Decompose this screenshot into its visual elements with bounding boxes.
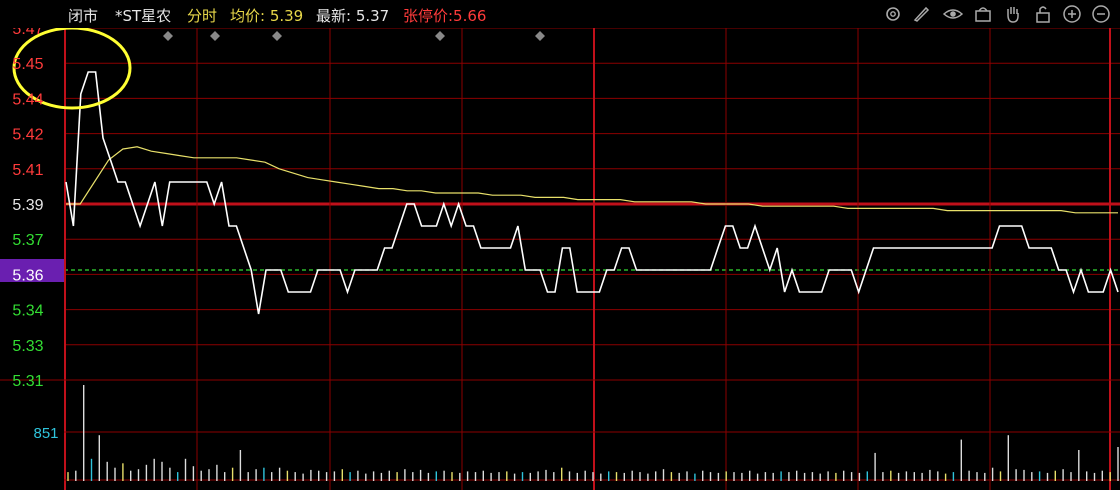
volume-grid — [0, 379, 1120, 481]
basket-icon[interactable] — [973, 4, 993, 24]
price-tick-label: 5.33 — [12, 338, 43, 355]
limit-price: 张停价:5.66 — [403, 7, 487, 25]
event-marker[interactable] — [535, 31, 545, 41]
zoom-out-icon[interactable] — [1091, 4, 1111, 24]
market-status: 闭市 — [68, 7, 99, 25]
intraday-chart[interactable] — [0, 0, 1120, 490]
zoom-in-icon[interactable] — [1062, 4, 1082, 24]
price-tick-label: 5.34 — [12, 303, 43, 320]
price-line — [65, 71, 1119, 315]
hand-icon[interactable] — [1003, 4, 1023, 24]
event-marker[interactable] — [210, 31, 220, 41]
event-marker[interactable] — [435, 31, 445, 41]
event-marker[interactable] — [272, 31, 282, 41]
latest-price: 最新: 5.37 — [316, 7, 390, 25]
price-tick-label: 5.31 — [12, 373, 43, 390]
price-tick-label: 5.37 — [12, 232, 43, 249]
price-axis-labels: 5.475.455.445.425.415.395.375.365.345.33… — [12, 21, 58, 442]
pen-icon[interactable] — [911, 4, 931, 24]
price-tick-label: 5.42 — [12, 127, 43, 144]
lock-icon[interactable] — [1033, 4, 1053, 24]
chart-mode[interactable]: 分时 — [187, 5, 217, 26]
chart-header: 闭市 *ST星农 分时 均价: 5.39 最新: 5.37 张停价:5.66 — [0, 0, 1120, 28]
stock-name[interactable]: *ST星农 — [115, 5, 171, 26]
chart-grid — [64, 27, 1120, 490]
average-price: 均价: 5.39 — [230, 7, 304, 25]
price-tick-label: 5.44 — [12, 91, 43, 108]
volume-tick-label: 851 — [33, 425, 58, 442]
event-marker[interactable] — [163, 31, 173, 41]
price-tick-label: 5.36 — [12, 267, 43, 284]
price-tick-label: 5.39 — [12, 197, 43, 214]
price-tick-label: 5.41 — [12, 162, 43, 179]
price-tick-label: 5.45 — [12, 56, 43, 73]
gear-icon[interactable] — [883, 4, 903, 24]
eye-icon[interactable] — [943, 4, 963, 24]
